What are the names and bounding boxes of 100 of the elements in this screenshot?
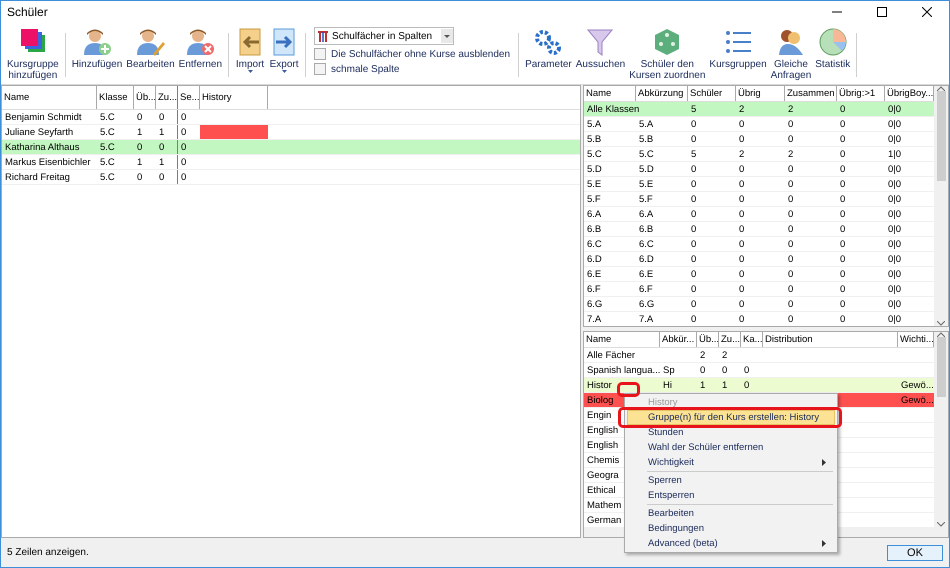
table-cell: 0 [691,284,696,294]
table-cell: 0 [691,178,696,190]
table-row[interactable]: 5.F 5.F 0 0 0 0 0|0 [584,192,934,207]
column-header[interactable]: History [200,86,268,109]
column-header[interactable]: Zusammen [785,86,837,101]
toolbar-button[interactable]: Kursgruppe hinzufügen [5,27,61,81]
column-header[interactable]: Übrig [736,86,785,101]
table-cell: 0 [691,164,696,174]
scrollbar-thumb[interactable] [936,91,946,181]
table-row[interactable]: Katharina Althaus 5.C 0 0 0 [2,140,580,155]
table-row[interactable]: 5.B 5.B 0 0 0 0 0|0 [584,132,934,147]
menu-item[interactable]: Entsperren [627,488,835,503]
menu-item[interactable]: Wichtigkeit [627,455,835,470]
table-row[interactable]: 6.C 6.C 0 0 0 0 0|0 [584,237,934,252]
table-cell: 0|0 [888,224,902,234]
menu-item[interactable]: Advanced (beta) [627,536,835,551]
table-row[interactable]: Markus Eisenbichler 5.C 1 1 0 [2,155,580,170]
column-header[interactable]: Üb... [134,86,156,109]
column-header[interactable]: Übrig:>1 [837,86,885,101]
toolbar-button[interactable]: Hinzufügen [70,27,124,70]
table-row[interactable]: Alle Klassen 5 2 2 0 0|0 [584,102,934,117]
menu-item[interactable]: Sperren [627,473,835,488]
table-row[interactable]: Richard Freitag 5.C 0 0 0 [2,170,580,185]
table-cell: 0|0 [888,268,902,280]
table-row[interactable]: 5.C 5.C 5 2 2 0 1|0 [584,147,934,162]
toolbar-button[interactable]: Kursgruppen [707,27,769,70]
table-row[interactable]: 6.G 6.G 0 0 0 0 0|0 [584,297,934,312]
menu-item[interactable]: Bearbeiten [627,506,835,521]
column-header[interactable]: Abkür... [660,332,697,347]
table-cell: 7.A [639,314,654,324]
toolbar-button[interactable]: Entfernen [176,27,224,70]
table-cell: 0|0 [888,238,902,250]
toolbar-button[interactable]: Schüler den Kursen zuordnen [627,27,708,81]
checkbox[interactable]: schmale Spalte [314,63,510,75]
column-header[interactable]: Abkürzung [636,86,688,101]
scrollbar-thumb[interactable] [936,337,946,397]
table-cell: 6.G [639,298,654,310]
toolbar-button[interactable]: Parameter [523,27,574,70]
table-cell: 0 [739,224,744,234]
table-row[interactable]: 6.B 6.B 0 0 0 0 0|0 [584,222,934,237]
column-header[interactable]: Zu... [719,332,741,347]
table-row[interactable]: 6.F 6.F 0 0 0 0 0|0 [584,282,934,297]
table-row[interactable]: 6.A 6.A 0 0 0 0 0|0 [584,207,934,222]
table-row[interactable]: 6.D 6.D 0 0 0 0 0|0 [584,252,934,267]
column-header[interactable]: Ka... [741,332,763,347]
checkbox[interactable]: Die Schulfächer ohne Kurse ausblenden [314,48,510,60]
column-header[interactable]: Name [584,86,636,101]
table-cell: 0 [159,112,164,122]
table-row[interactable]: Alle Fächer 2 2 [584,348,934,363]
table-cell: 0|0 [888,118,902,130]
toolbar-button[interactable]: Bearbeiten [124,27,177,70]
table-row[interactable]: 5.E 5.E 0 0 0 0 0|0 [584,177,934,192]
scroll-up-icon[interactable] [937,332,945,337]
view-dropdown[interactable]: Schulfächer in Spalten [314,27,454,45]
table-cell: Hi [663,380,672,390]
table-cell: 1 [722,380,728,390]
toolbar-button[interactable]: Statistik [813,27,852,70]
table-row[interactable]: Histor Hi 1 1 0 Gewö... [584,378,934,393]
scroll-down-icon[interactable] [937,321,945,326]
toolbar-button[interactable]: Aussuchen [574,27,628,70]
table-row[interactable]: 5.A 5.A 0 0 0 0 0|0 [584,117,934,132]
table-cell: 0 [722,364,728,376]
scroll-down-icon[interactable] [937,522,945,527]
toolbar-button[interactable]: Gleiche Anfragen [768,27,814,81]
table-cell: 0 [181,112,186,122]
scrollbar[interactable] [934,86,948,326]
table-row[interactable]: Spanish langua... Sp 0 0 0 [584,363,934,378]
table-cell: 0 [788,254,794,264]
table-cell: 5.C [587,148,602,160]
close-icon[interactable] [922,6,932,16]
column-header[interactable]: Zu... [156,86,178,109]
toolbar-button[interactable]: Export [267,27,302,73]
column-header[interactable]: Klasse [97,86,134,109]
maximize-icon[interactable] [876,6,886,16]
toolbar-button[interactable]: Import [233,27,268,73]
table-row[interactable]: Benjamin Schmidt 5.C 0 0 0 [2,110,580,125]
table-cell: 0 [739,164,744,174]
column-header[interactable]: Distribution [763,332,898,347]
column-header[interactable]: Name [2,86,97,109]
menu-item[interactable]: Stunden [627,425,835,440]
table-cell: English [587,440,618,450]
table-cell: 0 [840,178,846,190]
scroll-up-icon[interactable] [937,86,945,91]
column-header[interactable]: Üb... [697,332,719,347]
ok-button[interactable]: OK [887,544,943,560]
column-header[interactable]: Schüler [688,86,736,101]
column-header[interactable]: Se... [178,86,200,109]
table-cell: 6.B [587,224,602,234]
table-row[interactable]: Juliane Seyfarth 5.C 1 1 0 [2,125,580,140]
table-row[interactable]: 5.D 5.D 0 0 0 0 0|0 [584,162,934,177]
table-row[interactable]: 6.E 6.E 0 0 0 0 0|0 [584,267,934,282]
column-header[interactable]: Name [584,332,660,347]
table-cell: 5.C [100,112,115,122]
menu-item[interactable]: Bedingungen [627,521,835,536]
table-cell: 5.C [100,172,115,182]
menu-item[interactable]: Gruppe(n) für den Kurs erstellen: History [627,410,835,425]
table-cell: 0 [159,142,164,152]
menu-item[interactable]: Wahl der Schüler entfernen [627,440,835,455]
scrollbar[interactable] [934,332,948,527]
table-cell: 6.C [639,238,654,250]
